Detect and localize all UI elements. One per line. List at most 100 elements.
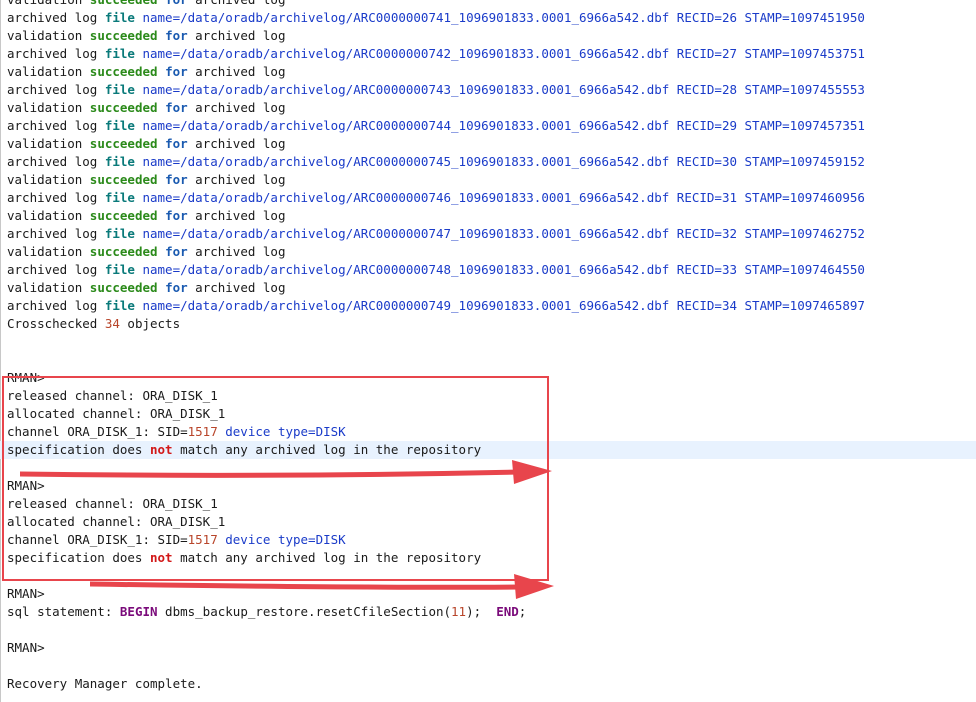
token: for [165, 28, 188, 43]
token: archived log [7, 298, 105, 313]
token: Crosschecked [7, 316, 105, 331]
token: validation [7, 100, 90, 115]
token: objects [119, 316, 181, 331]
output-line: validation succeeded for archived log [0, 63, 976, 81]
token: RMAN> [7, 640, 45, 655]
token: allocated channel: ORA_DISK_1 [7, 406, 226, 421]
token: name=/data/oradb/archivelog/ARC000000074… [134, 46, 865, 61]
token: archived log [187, 100, 286, 115]
token: not [150, 442, 173, 457]
token: succeeded [89, 208, 158, 223]
token: archived log [187, 280, 286, 295]
token: dbms_backup_restore.resetCfileSection( [157, 604, 452, 619]
token: succeeded [89, 244, 158, 259]
token: allocated channel: ORA_DISK_1 [7, 514, 226, 529]
token: validation [7, 280, 90, 295]
token: succeeded [89, 100, 158, 115]
output-line: archived log file name=/data/oradb/archi… [0, 225, 976, 243]
token: specification does [7, 442, 150, 457]
token: validation [7, 136, 90, 151]
token: succeeded [89, 136, 158, 151]
token: BEGIN [119, 604, 158, 619]
token: for [165, 280, 188, 295]
token: for [165, 64, 188, 79]
token: match any archived log in the repository [172, 442, 482, 457]
rman-output-editor[interactable]: validation succeeded for archived logarc… [0, 0, 976, 702]
output-line: specification does not match any archive… [0, 441, 976, 459]
token: archived log [7, 82, 105, 97]
token: name=/data/oradb/archivelog/ARC000000074… [134, 262, 865, 277]
token: archived log [188, 0, 285, 7]
output-line: RMAN> [0, 585, 976, 603]
output-line: archived log file name=/data/oradb/archi… [0, 9, 976, 27]
token: 1517 [187, 424, 218, 439]
token: name=/data/oradb/archivelog/ARC000000074… [134, 190, 865, 205]
token: succeeded [90, 0, 158, 7]
output-line: specification does not match any archive… [0, 549, 976, 567]
output-line: validation succeeded for archived log [0, 279, 976, 297]
token: name=/data/oradb/archivelog/ARC000000074… [134, 154, 865, 169]
token: name=/data/oradb/archivelog/ARC000000074… [134, 118, 865, 133]
token: succeeded [89, 280, 158, 295]
token: validation [7, 0, 90, 7]
token: RMAN> [7, 478, 45, 493]
token: archived log [187, 172, 286, 187]
token: archived log [7, 154, 105, 169]
token: archived log [187, 136, 286, 151]
output-line: RMAN> [0, 477, 976, 495]
token: archived log [187, 208, 286, 223]
token: archived log [187, 64, 286, 79]
token: succeeded [89, 64, 158, 79]
token: validation [7, 64, 90, 79]
token: RMAN> [7, 586, 45, 601]
token: file [104, 190, 135, 205]
token: Recovery Manager complete. [7, 676, 203, 691]
output-line: validation succeeded for archived log [0, 135, 976, 153]
token: match any archived log in the repository [172, 550, 482, 565]
token: archived log [7, 10, 105, 25]
token: succeeded [89, 28, 158, 43]
token: END [496, 604, 519, 619]
output-line: validation succeeded for archived log [0, 27, 976, 45]
output-line: validation succeeded for archived log [0, 99, 976, 117]
token: channel ORA_DISK_1: SID= [7, 532, 188, 547]
output-line: allocated channel: ORA_DISK_1 [0, 405, 976, 423]
token: device type=DISK [217, 424, 346, 439]
token: for [165, 208, 188, 223]
token: file [104, 118, 135, 133]
token: succeeded [89, 172, 158, 187]
token: released channel: ORA_DISK_1 [7, 388, 218, 403]
token: device type=DISK [217, 532, 346, 547]
token: archived log [7, 118, 105, 133]
output-line: archived log file name=/data/oradb/archi… [0, 153, 976, 171]
token: for [165, 100, 188, 115]
output-line: validation succeeded for archived log [0, 207, 976, 225]
token: file [104, 10, 135, 25]
token: archived log [7, 190, 105, 205]
token: archived log [187, 28, 286, 43]
output-line: archived log file name=/data/oradb/archi… [0, 45, 976, 63]
token: file [104, 262, 135, 277]
output-line: validation succeeded for archived log [0, 0, 976, 9]
token: 11 [451, 604, 467, 619]
output-line: RMAN> [0, 639, 976, 657]
output-line: Recovery Manager complete. [0, 675, 976, 693]
token: name=/data/oradb/archivelog/ARC000000074… [134, 226, 865, 241]
token: specification does [7, 550, 150, 565]
token: validation [7, 28, 90, 43]
token: archived log [7, 46, 105, 61]
token: ; [518, 604, 527, 619]
